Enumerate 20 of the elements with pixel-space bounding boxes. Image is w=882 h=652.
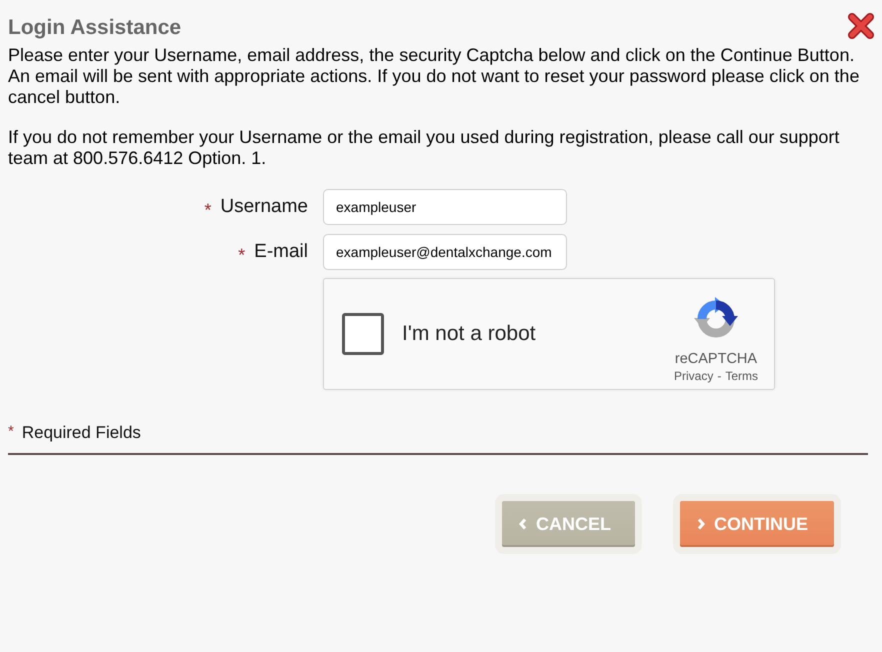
link-separator: - bbox=[717, 368, 722, 384]
field-label: Username bbox=[220, 196, 308, 218]
text-input-field[interactable]: exampleuser@dentalxchange.com bbox=[323, 234, 567, 270]
dialog-title: Login Assistance bbox=[8, 16, 182, 40]
text-input-field[interactable]: exampleuser bbox=[323, 189, 567, 225]
captcha-link[interactable]: Terms bbox=[725, 368, 758, 384]
close-icon[interactable] bbox=[848, 13, 874, 39]
required-asterisk: * bbox=[204, 200, 212, 218]
captcha-label: I'm not a robot bbox=[402, 322, 536, 346]
captcha-link[interactable]: Privacy bbox=[674, 368, 714, 384]
required-asterisk: * bbox=[8, 425, 14, 439]
chevron-left-icon bbox=[519, 518, 527, 530]
captcha-brand: reCAPTCHA bbox=[674, 350, 758, 368]
required-asterisk: * bbox=[238, 246, 246, 264]
chevron-right-icon bbox=[697, 518, 705, 530]
field-label: E-mail bbox=[254, 241, 308, 263]
instruction-text: Please enter your Username, email address, the security Captcha below and click on the Continue Button. An email will be sent with appropriate actions. If you do not want to reset your password please click on the cancel button. bbox=[8, 45, 860, 108]
captcha-checkbox[interactable] bbox=[342, 313, 384, 355]
instruction-text: If you do not remember your Username or the email you used during registration, please call our support team at 800.576.6412 Option. 1. bbox=[8, 127, 840, 169]
required-fields-note: Required Fields bbox=[22, 423, 141, 443]
